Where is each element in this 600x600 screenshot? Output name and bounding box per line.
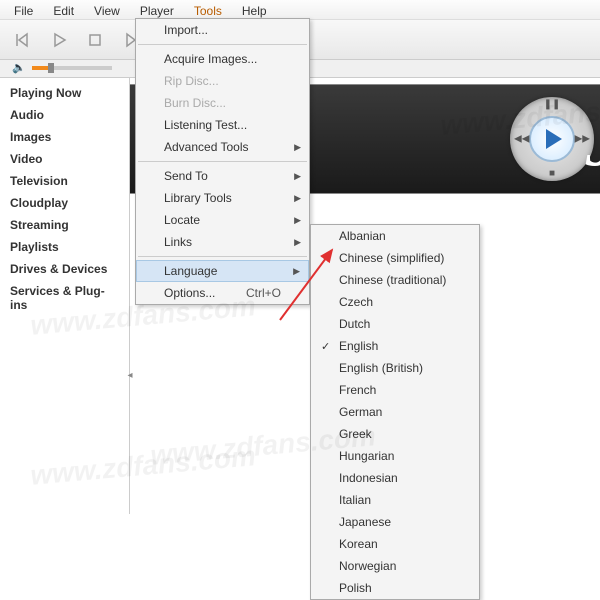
lang-item-chinese-traditional[interactable]: Chinese (traditional) — [311, 269, 479, 291]
lang-item-indonesian[interactable]: Indonesian — [311, 467, 479, 489]
sidebar-item-playing-now[interactable]: Playing Now — [0, 82, 129, 104]
lang-item-german[interactable]: German — [311, 401, 479, 423]
rewind-icon: ◀◀ — [514, 134, 529, 145]
sidebar-splitter[interactable] — [126, 360, 134, 390]
lang-item-dutch[interactable]: Dutch — [311, 313, 479, 335]
menu-separator — [138, 161, 307, 162]
lang-item-czech[interactable]: Czech — [311, 291, 479, 313]
menu-view[interactable]: View — [84, 2, 130, 17]
play-icon — [546, 129, 562, 149]
lang-item-english-british[interactable]: English (British) — [311, 357, 479, 379]
menu-item-locate[interactable]: Locate▶ — [136, 209, 309, 231]
stop-button[interactable] — [84, 29, 106, 51]
menu-item-send-to[interactable]: Send To▶ — [136, 165, 309, 187]
lang-item-greek[interactable]: Greek — [311, 423, 479, 445]
lang-item-polish[interactable]: Polish — [311, 577, 479, 599]
menu-item-listening-test[interactable]: Listening Test... — [136, 114, 309, 136]
sidebar-item-television[interactable]: Television — [0, 170, 129, 192]
menu-item-library-tools[interactable]: Library Tools▶ — [136, 187, 309, 209]
lang-item-hungarian[interactable]: Hungarian — [311, 445, 479, 467]
lang-item-albanian[interactable]: Albanian — [311, 225, 479, 247]
sidebar: Playing Now Audio Images Video Televisio… — [0, 78, 130, 514]
menu-item-acquire-images[interactable]: Acquire Images... — [136, 48, 309, 70]
check-icon: ✓ — [321, 340, 330, 353]
lang-item-norwegian[interactable]: Norwegian — [311, 555, 479, 577]
lang-item-korean[interactable]: Korean — [311, 533, 479, 555]
menu-help[interactable]: Help — [232, 2, 277, 17]
submenu-arrow-icon: ▶ — [293, 266, 300, 277]
stop-icon: ■ — [549, 168, 555, 179]
menu-item-advanced-tools[interactable]: Advanced Tools▶ — [136, 136, 309, 158]
menu-item-links[interactable]: Links▶ — [136, 231, 309, 253]
sidebar-item-services[interactable]: Services & Plug-ins — [0, 280, 129, 316]
tools-dropdown: Import... Acquire Images...Rip Disc...Bur… — [135, 18, 310, 305]
menu-item-rip-disc: Rip Disc... — [136, 70, 309, 92]
sidebar-item-drives[interactable]: Drives & Devices — [0, 258, 129, 280]
speaker-icon: 🔈 — [12, 61, 26, 74]
shortcut-label: Ctrl+O — [246, 286, 281, 300]
submenu-arrow-icon: ▶ — [294, 237, 301, 248]
lang-item-english[interactable]: English✓ — [311, 335, 479, 357]
sidebar-item-images[interactable]: Images — [0, 126, 129, 148]
pause-icon: ❚❚ — [544, 99, 561, 110]
menu-item-options[interactable]: Options...Ctrl+O — [136, 282, 309, 304]
sidebar-item-cloudplay[interactable]: Cloudplay — [0, 192, 129, 214]
sidebar-item-playlists[interactable]: Playlists — [0, 236, 129, 258]
prev-track-button[interactable] — [12, 29, 34, 51]
menubar: File Edit View Player Tools Help — [0, 0, 600, 20]
language-submenu: AlbanianChinese (simplified)Chinese (tra… — [310, 224, 480, 600]
volume-slider[interactable] — [32, 66, 112, 70]
submenu-arrow-icon: ▶ — [294, 193, 301, 204]
sidebar-item-audio[interactable]: Audio — [0, 104, 129, 126]
menu-separator — [138, 256, 307, 257]
lang-item-japanese[interactable]: Japanese — [311, 511, 479, 533]
menu-player[interactable]: Player — [130, 2, 184, 17]
lang-item-french[interactable]: French — [311, 379, 479, 401]
play-button[interactable] — [48, 29, 70, 51]
lang-item-chinese-simplified[interactable]: Chinese (simplified) — [311, 247, 479, 269]
sidebar-item-video[interactable]: Video — [0, 148, 129, 170]
menu-item-burn-disc: Burn Disc... — [136, 92, 309, 114]
submenu-arrow-icon: ▶ — [294, 215, 301, 226]
logo-letter: J — [584, 94, 600, 185]
sidebar-item-streaming[interactable]: Streaming — [0, 214, 129, 236]
play-dial[interactable]: ❚❚ ■ ◀◀ ▶▶ — [510, 97, 594, 181]
lang-item-italian[interactable]: Italian — [311, 489, 479, 511]
menu-edit[interactable]: Edit — [43, 2, 84, 17]
menu-item-language[interactable]: Language▶ — [136, 260, 309, 282]
submenu-arrow-icon: ▶ — [294, 142, 301, 153]
menu-tools[interactable]: Tools — [184, 2, 232, 17]
menu-separator — [138, 44, 307, 45]
menu-file[interactable]: File — [4, 2, 43, 17]
menu-item-import[interactable]: Import... — [136, 19, 309, 41]
submenu-arrow-icon: ▶ — [294, 171, 301, 182]
